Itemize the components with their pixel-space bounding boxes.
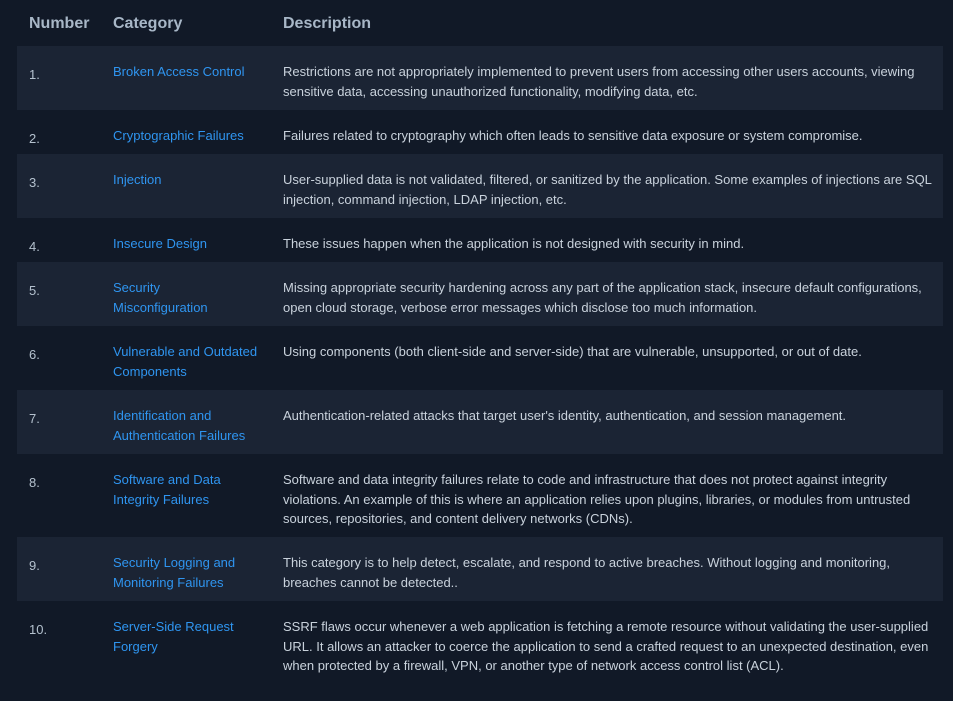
table-row: 10. Server-Side Request Forgery SSRF fla… bbox=[17, 601, 943, 691]
table-row: 2. Cryptographic Failures Failures relat… bbox=[17, 110, 943, 154]
row-number: 4. bbox=[29, 239, 40, 254]
category-link[interactable]: Insecure Design bbox=[113, 234, 273, 254]
category-link[interactable]: Security Misconfiguration bbox=[113, 278, 233, 317]
category-link[interactable]: Software and Data Integrity Failures bbox=[113, 470, 253, 509]
category-link[interactable]: Security Logging and Monitoring Failures bbox=[113, 553, 253, 592]
category-link[interactable]: Broken Access Control bbox=[113, 62, 273, 82]
row-description: Missing appropriate security hardening a… bbox=[283, 280, 922, 315]
table-row: 3. Injection User-supplied data is not v… bbox=[17, 154, 943, 218]
row-number: 5. bbox=[29, 283, 40, 298]
category-link[interactable]: Vulnerable and Outdated Components bbox=[113, 342, 273, 381]
row-number: 9. bbox=[29, 558, 40, 573]
category-link[interactable]: Cryptographic Failures bbox=[113, 126, 273, 146]
row-description: Using components (both client-side and s… bbox=[283, 344, 862, 359]
table-header: Number Category Description bbox=[17, 0, 943, 46]
table-row: 7. Identification and Authentication Fai… bbox=[17, 390, 943, 454]
header-category: Category bbox=[113, 15, 183, 32]
row-description: Software and data integrity failures rel… bbox=[283, 472, 911, 526]
row-number: 2. bbox=[29, 131, 40, 146]
row-description: User-supplied data is not validated, fil… bbox=[283, 172, 932, 207]
header-description: Description bbox=[283, 15, 372, 32]
category-link[interactable]: Identification and Authentication Failur… bbox=[113, 406, 273, 445]
row-description: SSRF flaws occur whenever a web applicat… bbox=[283, 619, 929, 673]
row-number: 8. bbox=[29, 475, 40, 490]
table-row: 4. Insecure Design These issues happen w… bbox=[17, 218, 943, 262]
row-description: Failures related to cryptography which o… bbox=[283, 128, 863, 143]
row-description: This category is to help detect, escalat… bbox=[283, 555, 891, 590]
header-number: Number bbox=[29, 15, 90, 32]
table-row: 6. Vulnerable and Outdated Components Us… bbox=[17, 326, 943, 390]
row-number: 3. bbox=[29, 175, 40, 190]
vulnerability-table: Number Category Description 1. Broken Ac… bbox=[17, 0, 943, 691]
category-link[interactable]: Injection bbox=[113, 170, 273, 190]
row-number: 10. bbox=[29, 622, 48, 637]
table-row: 1. Broken Access Control Restrictions ar… bbox=[17, 46, 943, 110]
table-row: 9. Security Logging and Monitoring Failu… bbox=[17, 537, 943, 601]
category-link[interactable]: Server-Side Request Forgery bbox=[113, 617, 253, 656]
row-number: 7. bbox=[29, 411, 40, 426]
row-description: Authentication-related attacks that targ… bbox=[283, 408, 847, 423]
row-description: These issues happen when the application… bbox=[283, 236, 745, 251]
table-row: 5. Security Misconfiguration Missing app… bbox=[17, 262, 943, 326]
row-description: Restrictions are not appropriately imple… bbox=[283, 64, 915, 99]
row-number: 1. bbox=[29, 67, 40, 82]
table-row: 8. Software and Data Integrity Failures … bbox=[17, 454, 943, 537]
row-number: 6. bbox=[29, 347, 40, 362]
